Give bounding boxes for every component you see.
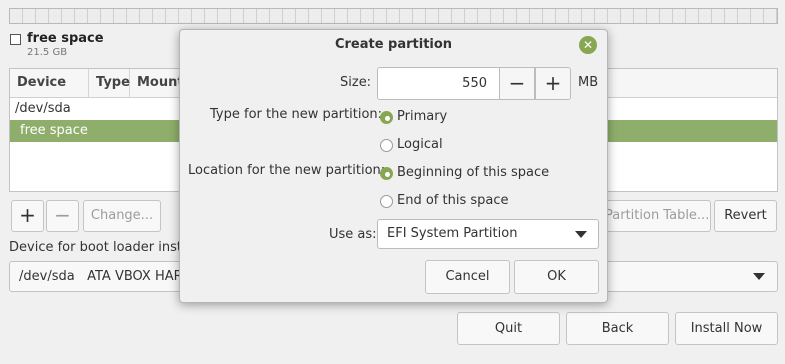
cancel-button[interactable]: Cancel xyxy=(425,260,510,294)
radio-logical-label[interactable]: Logical xyxy=(397,137,443,152)
radio-primary-label[interactable]: Primary xyxy=(397,109,447,124)
use-as-select[interactable]: EFI System Partition xyxy=(377,219,599,249)
chevron-down-icon xyxy=(753,273,765,280)
size-input[interactable]: 550 xyxy=(377,67,500,100)
legend-checkbox xyxy=(10,34,21,45)
use-as-label: Use as: xyxy=(329,227,377,242)
legend-name: free space xyxy=(27,31,104,46)
column-type[interactable]: Type xyxy=(89,69,130,97)
quit-button[interactable]: Quit xyxy=(457,312,560,345)
dialog-title: Create partition xyxy=(334,37,453,52)
install-now-button[interactable]: Install Now xyxy=(675,312,778,345)
type-label: Type for the new partition: xyxy=(210,107,383,122)
add-partition-button[interactable]: + xyxy=(11,200,44,232)
size-decrement-button[interactable]: − xyxy=(499,67,535,100)
radio-logical[interactable] xyxy=(380,139,393,152)
back-button[interactable]: Back xyxy=(566,312,669,345)
boot-loader-label: Device for boot loader instal xyxy=(9,240,194,255)
radio-end[interactable] xyxy=(380,195,393,208)
radio-end-label[interactable]: End of this space xyxy=(397,193,509,208)
legend-size: 21.5 GB xyxy=(27,47,68,58)
radio-beginning-label[interactable]: Beginning of this space xyxy=(397,165,549,180)
use-as-value: EFI System Partition xyxy=(387,226,518,241)
size-label: Size: xyxy=(340,75,372,90)
radio-beginning[interactable] xyxy=(380,167,393,180)
revert-button[interactable]: Revert xyxy=(714,200,777,232)
remove-partition-button[interactable]: − xyxy=(46,200,79,232)
ok-button[interactable]: OK xyxy=(514,260,599,294)
size-increment-button[interactable]: + xyxy=(535,67,571,100)
radio-primary[interactable] xyxy=(380,111,393,124)
boot-loader-value: /dev/sda ATA VBOX HARI xyxy=(19,262,187,291)
location-label: Location for the new partition: xyxy=(188,163,386,178)
column-device[interactable]: Device xyxy=(10,69,89,97)
create-partition-dialog: Create partition ✕ Size: 550 − + MB Type… xyxy=(179,29,608,303)
new-partition-table-button[interactable]: Partition Table... xyxy=(598,200,711,232)
size-unit: MB xyxy=(578,75,599,90)
boot-device-description: ATA VBOX HARI xyxy=(87,269,187,284)
chevron-down-icon xyxy=(575,231,587,238)
change-partition-button[interactable]: Change... xyxy=(83,200,161,232)
partition-bar xyxy=(9,8,778,24)
close-icon[interactable]: ✕ xyxy=(579,36,597,54)
boot-device: /dev/sda xyxy=(19,269,75,284)
